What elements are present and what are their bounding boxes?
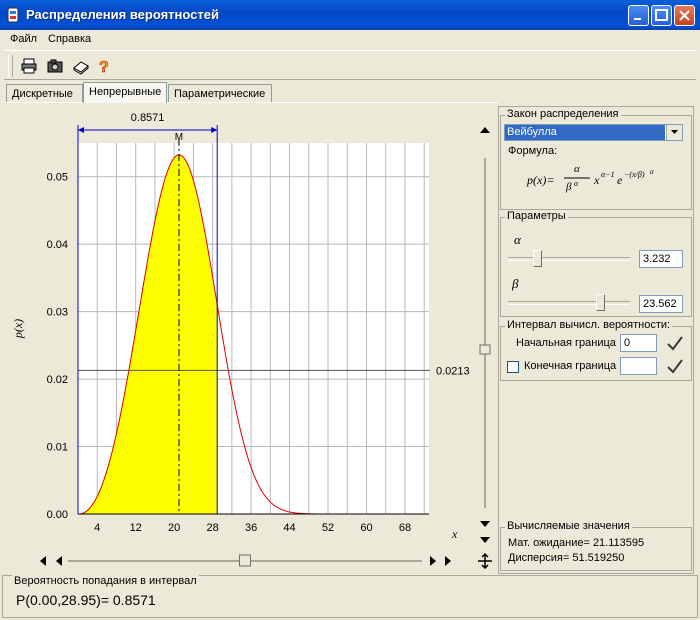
law-group-title: Закон распределения: [505, 108, 621, 120]
density-chart: 0.0213 0.8571 M 4 12 20 28 36 44 52 60 68 0.00 0.01 0.…: [11, 112, 470, 541]
end-bound-input[interactable]: [620, 357, 657, 375]
y-tick-label: 0.03: [47, 307, 68, 319]
beta-slider-track[interactable]: [508, 301, 630, 305]
params-group-title: Параметры: [505, 210, 568, 222]
computed-group-title: Вычисляемые значения: [505, 520, 632, 532]
maximize-icon: [655, 9, 668, 21]
svg-text:x: x: [593, 173, 600, 187]
x-tick-label: 44: [283, 522, 295, 534]
svg-text:e: e: [617, 173, 623, 187]
alpha-input[interactable]: 3.232: [639, 250, 683, 268]
svg-text:α: α: [574, 179, 579, 188]
y-tick-label: 0.00: [47, 509, 68, 521]
beta-label: β: [512, 276, 519, 291]
scroll-left-icon[interactable]: [56, 556, 62, 566]
x-tick-label: 12: [130, 522, 142, 534]
svg-text:p(x)=: p(x)=: [526, 173, 554, 187]
x-tick-label: 36: [245, 522, 257, 534]
probability-group-title: Вероятность попадания в интервал: [12, 575, 199, 587]
beta-input[interactable]: 23.562: [639, 295, 683, 313]
weibull-formula: p(x)= α β α x α−1 e −(x/β) α: [526, 163, 654, 193]
distribution-selected[interactable]: Вейбулла: [505, 125, 665, 140]
x-tick-label: 60: [360, 522, 372, 534]
y-tick-label: 0.05: [47, 172, 68, 184]
x-tick-label: 52: [322, 522, 334, 534]
scroll-right-icon[interactable]: [430, 556, 436, 566]
y-tick-label: 0.01: [47, 442, 68, 454]
horizontal-scroll-thumb[interactable]: [239, 554, 251, 567]
maximize-button[interactable]: [651, 5, 672, 26]
interval-arrow-left: [78, 127, 84, 133]
svg-text:α−1: α−1: [601, 170, 615, 179]
mean-value: Мат. ожидание= 21.113595: [508, 537, 645, 549]
x-tick-label: 28: [207, 522, 219, 534]
close-button[interactable]: [674, 5, 695, 26]
probability-result: P(0.00,28.95)= 0.8571: [16, 592, 156, 608]
beta-slider-thumb[interactable]: [596, 294, 606, 311]
minimize-button[interactable]: [628, 5, 649, 26]
alpha-label: α: [514, 232, 521, 247]
scroll-down-icon[interactable]: [480, 521, 490, 527]
alpha-slider-track[interactable]: [508, 257, 630, 261]
vertical-scroll: [478, 127, 492, 569]
chevron-down-icon: [671, 130, 678, 134]
start-bound-input[interactable]: 0: [620, 334, 657, 352]
mode-label: M: [175, 132, 183, 143]
interval-group: [500, 326, 692, 381]
formula-label: Формула:: [508, 145, 558, 157]
density-level-label: 0.0213: [436, 365, 470, 377]
x-tick-label: 4: [94, 522, 100, 534]
scroll-down-fast-icon[interactable]: [480, 537, 490, 543]
x-tick-label: 20: [168, 522, 180, 534]
svg-text:α: α: [650, 168, 654, 176]
scroll-right-fast-icon[interactable]: [445, 556, 451, 566]
y-tick-label: 0.04: [47, 239, 68, 251]
end-bound-label: Конечная граница: [524, 360, 617, 372]
check-icon[interactable]: [666, 335, 684, 351]
interval-arrow-right: [211, 127, 218, 133]
scroll-left-fast-icon[interactable]: [40, 556, 46, 566]
end-bound-checkbox[interactable]: [507, 361, 519, 373]
variance-value: Дисперсия= 51.519250: [508, 552, 625, 564]
svg-text:β: β: [565, 181, 572, 193]
distribution-dropdown-button[interactable]: [666, 125, 682, 140]
vertical-scroll-thumb[interactable]: [479, 344, 491, 355]
svg-text:−(x/β): −(x/β): [624, 170, 645, 179]
x-axis-title: x: [451, 527, 458, 541]
y-axis-title: p(x): [11, 319, 25, 339]
x-tick-label: 68: [399, 522, 411, 534]
minimize-icon: [634, 18, 641, 20]
computed-group: [500, 527, 692, 571]
svg-text:α: α: [574, 163, 580, 175]
interval-group-title: Интервал вычисл. вероятности:: [505, 319, 673, 331]
start-bound-label: Начальная граница: [516, 337, 616, 349]
alpha-slider-thumb[interactable]: [532, 250, 542, 267]
interval-width-label: 0.8571: [131, 112, 165, 124]
y-tick-label: 0.02: [47, 374, 68, 386]
check-icon[interactable]: [666, 358, 684, 374]
scroll-up-icon[interactable]: [480, 127, 490, 133]
horizontal-scroll: [40, 554, 451, 567]
close-icon: [679, 10, 690, 21]
probability-area: [78, 154, 218, 514]
move-icon[interactable]: [478, 552, 492, 569]
